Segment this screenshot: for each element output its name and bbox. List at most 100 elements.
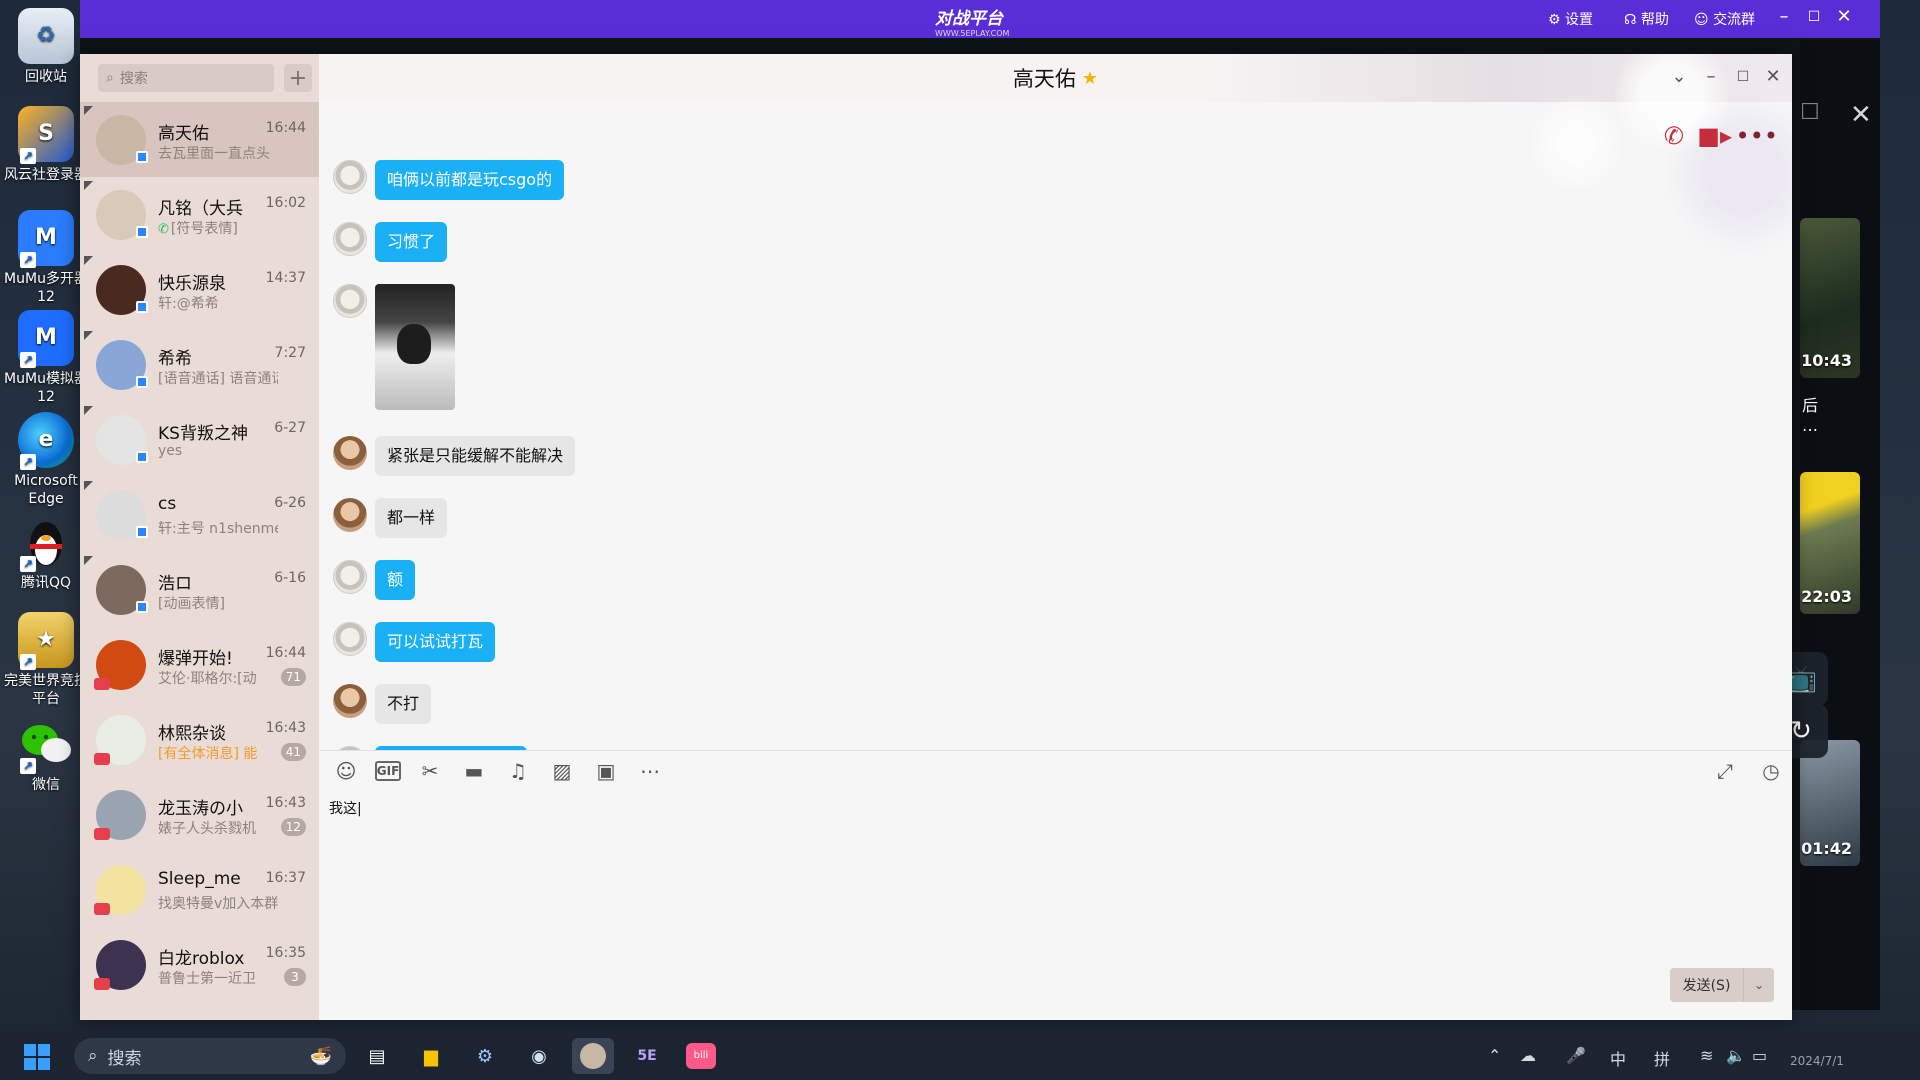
minimize-button[interactable]: –: [1698, 66, 1724, 87]
tray-battery-icon[interactable]: ▭: [1752, 1046, 1767, 1065]
conversation-item[interactable]: 白龙roblox 16:35 普鲁士第一近卫 3: [80, 927, 319, 1002]
scissors-icon[interactable]: ✂: [415, 756, 445, 786]
tray-ime-mode[interactable]: 拼: [1654, 1046, 1670, 1070]
desktop-icon-mumu-multi[interactable]: M ↗ MuMu多开器12: [0, 210, 92, 306]
tray-volume-icon[interactable]: 🔈: [1726, 1046, 1746, 1065]
expand-icon[interactable]: ⤢: [1710, 756, 1740, 786]
conversation-item[interactable]: KS背叛之神 6-27 yes: [80, 402, 319, 477]
video-thumbnail-2[interactable]: 22:03: [1800, 472, 1860, 614]
message-input[interactable]: 我这: [329, 798, 362, 818]
unread-badge: 12: [280, 817, 306, 836]
history-clock-icon[interactable]: ◷: [1756, 756, 1786, 786]
device-status-icon: [136, 600, 148, 613]
conversation-time: 16:44: [265, 119, 306, 136]
message-avatar[interactable]: [333, 160, 367, 194]
message-bubble[interactable]: 额: [375, 560, 416, 600]
tray-cloud-icon[interactable]: ☁: [1520, 1046, 1536, 1065]
message-bubble[interactable]: 习惯了: [375, 222, 448, 262]
tray-ime-language[interactable]: 中: [1610, 1046, 1626, 1070]
task-view-icon[interactable]: ▤: [356, 1038, 398, 1074]
file-explorer-icon[interactable]: ▆: [410, 1038, 452, 1074]
close-button[interactable]: ✕: [1760, 66, 1786, 87]
conversation-item[interactable]: 龙玉涛の小 16:43 婊子人头杀戮机 12: [80, 777, 319, 852]
conversation-item[interactable]: 高天佑 16:44 去瓦里面一直点头: [80, 102, 319, 177]
device-status-icon: [136, 225, 148, 238]
message-row: 额: [333, 560, 416, 600]
conversation-item[interactable]: 希希 7:27 [语音通话] 语音通话: [80, 327, 319, 402]
music-icon[interactable]: ♫: [503, 756, 533, 786]
message-avatar[interactable]: [333, 498, 367, 532]
image-message[interactable]: [375, 284, 455, 410]
5e-platform-icon[interactable]: 5E: [626, 1038, 668, 1074]
tray-chevron-up-icon[interactable]: ⌃: [1488, 1046, 1501, 1065]
message-bubble[interactable]: 都一样: [375, 498, 448, 538]
chevron-down-icon[interactable]: ⌄: [1666, 66, 1692, 87]
message-avatar[interactable]: [333, 222, 367, 256]
qq-taskbar-icon[interactable]: [572, 1038, 614, 1074]
desktop-icon-fengyun[interactable]: S ↗ 风云社登录器: [0, 106, 92, 184]
conversation-item[interactable]: 浩ロ 6-16 [动画表情]: [80, 552, 319, 627]
message-bubble[interactable]: 咱俩以前都是玩csgo的: [375, 160, 565, 200]
maximize-button[interactable]: ☐: [1730, 69, 1756, 85]
image-icon[interactable]: ▨: [547, 756, 577, 786]
conversation-item[interactable]: cs 6-26 轩:主号 n1shenmeyi: [80, 477, 319, 552]
avatar: [96, 189, 148, 240]
message-avatar[interactable]: [333, 684, 367, 718]
screen-record-icon[interactable]: ▣: [591, 756, 621, 786]
platform-maximize-button[interactable]: ☐: [1800, 9, 1828, 25]
desktop-icon-edge[interactable]: e ↗ Microsoft Edge: [0, 412, 92, 508]
platform-community-link[interactable]: ☺ 交流群: [1694, 9, 1755, 29]
taskbar-search-input[interactable]: ⌕ 搜索 🍜: [74, 1038, 346, 1074]
more-tools-icon[interactable]: ⋯: [635, 756, 665, 786]
message-avatar[interactable]: [333, 560, 367, 594]
steam-icon[interactable]: ◉: [518, 1038, 560, 1074]
platform-close-button[interactable]: ✕: [1830, 6, 1858, 27]
tray-microphone-icon[interactable]: 🎤: [1566, 1046, 1586, 1065]
bilibili-icon[interactable]: bili: [680, 1038, 722, 1074]
emoji-icon[interactable]: ☺: [331, 756, 361, 786]
conversation-item[interactable]: 凡铭（大兵 16:02 ✆ [符号表情]: [80, 177, 319, 252]
settings-gear-icon[interactable]: ⚙: [464, 1038, 506, 1074]
message-bubble[interactable]: 不打: [375, 684, 432, 724]
platform-settings-link[interactable]: ⚙ 设置: [1548, 9, 1593, 29]
message-bubble[interactable]: 紧张是只能缓解不能解决: [375, 436, 576, 476]
conversation-preview: [有全体消息] 能: [158, 745, 258, 762]
desktop-icon-mumu[interactable]: M ↗ MuMu模拟器12: [0, 310, 92, 406]
pinned-marker-icon: [84, 256, 93, 265]
message-avatar[interactable]: [333, 436, 367, 470]
pinned-marker-icon: [84, 481, 93, 490]
panel-restore-icon[interactable]: ☐: [1800, 100, 1820, 125]
folder-icon[interactable]: ▬: [459, 756, 489, 786]
shortcut-arrow-icon: ↗: [20, 556, 36, 572]
platform-minimize-button[interactable]: –: [1770, 6, 1798, 27]
shortcut-arrow-icon: ↗: [20, 454, 36, 470]
input-toolbar: ☺ GIF ✂ ▬ ♫ ▨ ▣ ⋯ ⤢ ◷: [319, 750, 1792, 790]
conversation-time: 14:37: [265, 269, 306, 286]
video-thumbnail-1[interactable]: 10:43: [1800, 218, 1860, 378]
search-input[interactable]: ⌕ 搜索: [98, 64, 274, 92]
video-thumbnail-3[interactable]: 01:42: [1800, 740, 1860, 866]
tray-date[interactable]: 2024/7/1: [1790, 1054, 1844, 1068]
conversation-item[interactable]: 快乐源泉 14:37 轩:@希希: [80, 252, 319, 327]
conversation-item[interactable]: 林熙杂谈 16:43 [有全体消息] 能 41: [80, 702, 319, 777]
send-button[interactable]: 发送(S): [1670, 968, 1744, 1002]
conversation-item[interactable]: Sleep_me 16:37 找奥特曼v加入本群。: [80, 852, 319, 927]
windows-start-icon[interactable]: [24, 1044, 50, 1070]
platform-help-link[interactable]: ☊ 帮助: [1624, 9, 1669, 29]
desktop-icon-label: 微信: [32, 777, 60, 793]
desktop-icon-recycle-bin[interactable]: ♻ 回收站: [0, 8, 92, 86]
message-avatar[interactable]: [333, 284, 367, 318]
desktop-icon-wechat[interactable]: ↗ 微信: [0, 716, 92, 794]
message-input-area[interactable]: 我这 发送(S) ⌄: [319, 790, 1792, 1020]
send-options-chevron-icon[interactable]: ⌄: [1744, 968, 1774, 1002]
tray-wifi-icon[interactable]: ≋: [1700, 1046, 1713, 1065]
desktop-icon-perfect-world[interactable]: ★ ↗ 完美世界竞技平台: [0, 612, 92, 708]
desktop-icon-qq[interactable]: ↗ 腾讯QQ: [0, 514, 92, 592]
add-button[interactable]: +: [284, 64, 312, 92]
conversation-item[interactable]: 爆弹开始! 16:44 艾伦·耶格尔:[动 71: [80, 627, 319, 702]
panel-close-icon[interactable]: ✕: [1850, 100, 1872, 130]
gif-icon[interactable]: GIF: [375, 760, 401, 781]
message-avatar[interactable]: [333, 622, 367, 656]
message-bubble[interactable]: 可以试试打瓦: [375, 622, 496, 662]
conversation-text: 龙玉涛の小 16:43 婊子人头杀戮机 12: [158, 790, 306, 840]
